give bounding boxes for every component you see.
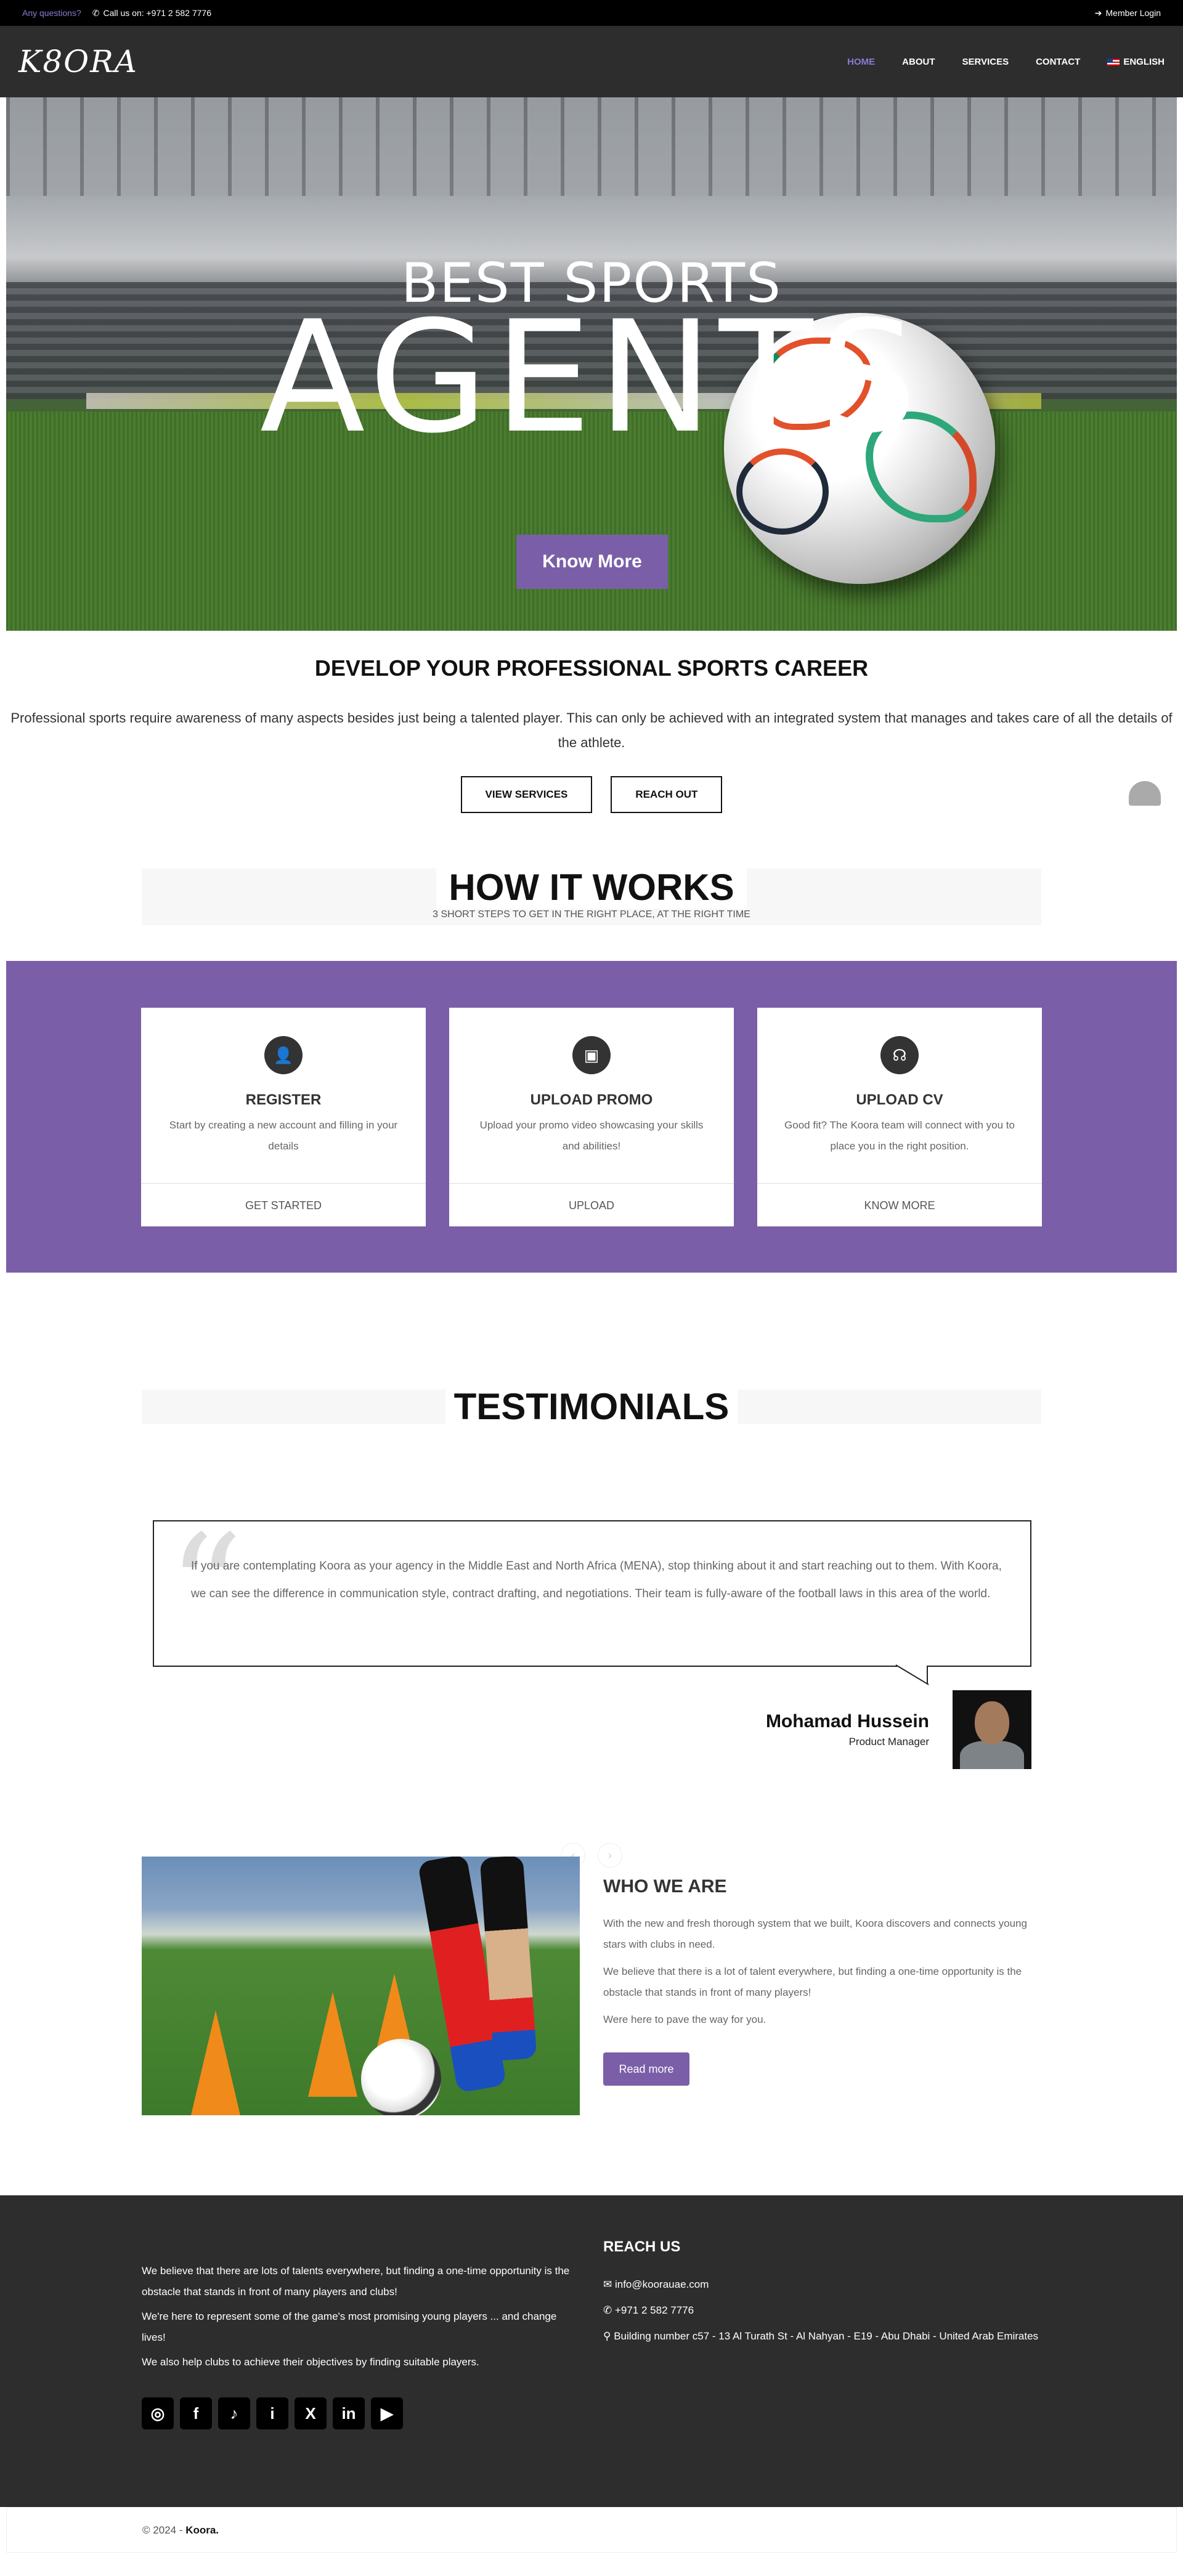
call-info[interactable]: ✆ Call us on: +971 2 582 7776	[92, 8, 211, 18]
site-logo[interactable]: K8ORA	[18, 44, 138, 79]
instagram-icon[interactable]: ◎	[142, 2397, 174, 2429]
envelope-icon: ✉	[603, 2278, 615, 2290]
nav-services[interactable]: SERVICES	[962, 57, 1009, 67]
phone-icon: ✆	[92, 7, 100, 18]
card-title: REGISTER	[245, 1092, 322, 1108]
brand-link[interactable]: Koora.	[185, 2524, 219, 2536]
member-login-link[interactable]: ➔ Member Login	[1095, 8, 1161, 18]
who-paragraph: Were here to pave the way for you.	[603, 2014, 766, 2025]
know-more-link[interactable]: KNOW MORE	[757, 1183, 1042, 1226]
author-role: Product Manager	[848, 1736, 929, 1748]
site-header: K8ORA HOME ABOUT SERVICES CONTACT ENGLIS…	[0, 26, 1183, 97]
testimonials-header: TESTIMONIALS	[142, 1388, 1041, 1425]
nav-home[interactable]: HOME	[847, 57, 875, 67]
questions-text: Any questions?	[22, 8, 81, 18]
reach-out-button[interactable]: REACH OUT	[611, 776, 723, 813]
copyright: © 2024 - Koora.	[6, 2507, 1177, 2553]
card-text: Good fit? The Koora team will connect wi…	[784, 1119, 1015, 1152]
user-icon: 👤	[264, 1036, 303, 1074]
hero-title: AGENTS	[259, 288, 924, 467]
training-image	[142, 1857, 580, 2115]
hero-banner: BEST SPORTS AGENTS Know More	[6, 97, 1177, 631]
map-pin-icon: ⚲	[603, 2330, 614, 2342]
read-more-button[interactable]: Read more	[603, 2052, 689, 2086]
youtube-icon[interactable]: ▶	[371, 2397, 403, 2429]
language-selector[interactable]: ENGLISH	[1107, 57, 1165, 67]
get-started-link[interactable]: GET STARTED	[141, 1183, 426, 1226]
author-name: Mohamad Hussein	[765, 1711, 929, 1732]
develop-title: DEVELOP YOUR PROFESSIONAL SPORTS CAREER	[314, 655, 869, 681]
testimonials-title: TESTIMONIALS	[445, 1388, 738, 1425]
card-text: Upload your promo video showcasing your …	[479, 1119, 704, 1152]
nav-about[interactable]: ABOUT	[902, 57, 935, 67]
upload-promo-card: ▣ UPLOAD PROMO Upload your promo video s…	[449, 1008, 734, 1226]
address: ⚲ Building number c57 - 13 Al Turath St …	[603, 2330, 1039, 2342]
stadium-roof	[6, 97, 1177, 196]
nav-contact[interactable]: CONTACT	[1036, 57, 1080, 67]
view-services-button[interactable]: VIEW SERVICES	[460, 776, 593, 813]
us-flag-icon	[1107, 58, 1120, 66]
upload-link[interactable]: UPLOAD	[449, 1183, 734, 1226]
footer-text: We also help clubs to achieve their obje…	[142, 2356, 479, 2368]
how-it-works-subtitle: 3 SHORT STEPS TO GET IN THE RIGHT PLACE,…	[433, 909, 750, 920]
login-icon: ➔	[1094, 7, 1102, 18]
develop-text: Professional sports require awareness of…	[10, 710, 1173, 750]
x-icon[interactable]: X	[295, 2397, 327, 2429]
upload-cv-card: ☊ UPLOAD CV Good fit? The Koora team wil…	[757, 1008, 1042, 1226]
site-footer: We believe that there are lots of talent…	[0, 2195, 1183, 2507]
main-nav: HOME ABOUT SERVICES CONTACT ENGLISH	[847, 57, 1165, 67]
top-bar: Any questions? ✆ Call us on: +971 2 582 7…	[0, 0, 1183, 26]
card-text: Start by creating a new account and fill…	[169, 1119, 398, 1152]
know-more-button[interactable]: Know More	[516, 535, 668, 589]
video-icon: ▣	[572, 1036, 611, 1074]
who-we-are-title: WHO WE ARE	[603, 1876, 727, 1897]
email-link[interactable]: ✉ info@koorauae.com	[603, 2274, 1041, 2295]
tiktok-icon[interactable]: ♪	[218, 2397, 250, 2429]
avatar	[953, 1690, 1031, 1769]
testimonial-author: Mohamad Hussein Product Manager	[0, 1690, 1031, 1769]
who-paragraph: With the new and fresh thorough system t…	[603, 1918, 1027, 1950]
card-title: UPLOAD CV	[856, 1092, 943, 1108]
social-links: ◎ f ♪ i X in ▶	[142, 2397, 580, 2429]
register-card: 👤 REGISTER Start by creating a new accou…	[141, 1008, 426, 1226]
phone-icon: ✆	[603, 2304, 615, 2316]
who-paragraph: We believe that there is a lot of talent…	[603, 1966, 1022, 1998]
reach-us-title: REACH US	[603, 2238, 681, 2255]
testimonial-quote: “ If you are contemplating Koora as your…	[153, 1515, 1031, 1684]
how-it-works-band: 👤 REGISTER Start by creating a new accou…	[6, 961, 1177, 1273]
headset-icon: ☊	[880, 1036, 919, 1074]
info-icon[interactable]: i	[256, 2397, 288, 2429]
card-title: UPLOAD PROMO	[530, 1092, 653, 1108]
how-it-works-title: HOW IT WORKS	[436, 866, 747, 909]
how-it-works-header: HOW IT WORKS 3 SHORT STEPS TO GET IN THE…	[142, 866, 1041, 925]
facebook-icon[interactable]: f	[180, 2397, 212, 2429]
who-we-are-section: WHO WE ARE With the new and fresh thorou…	[142, 1857, 1041, 2115]
footer-text: We're here to represent some of the game…	[142, 2311, 557, 2343]
develop-section: DEVELOP YOUR PROFESSIONAL SPORTS CAREER …	[0, 631, 1183, 813]
phone-link[interactable]: ✆ +971 2 582 7776	[603, 2300, 1041, 2321]
footer-text: We believe that there are lots of talent…	[142, 2265, 570, 2298]
quote-text: If you are contemplating Koora as your a…	[191, 1560, 1002, 1600]
linkedin-icon[interactable]: in	[333, 2397, 365, 2429]
